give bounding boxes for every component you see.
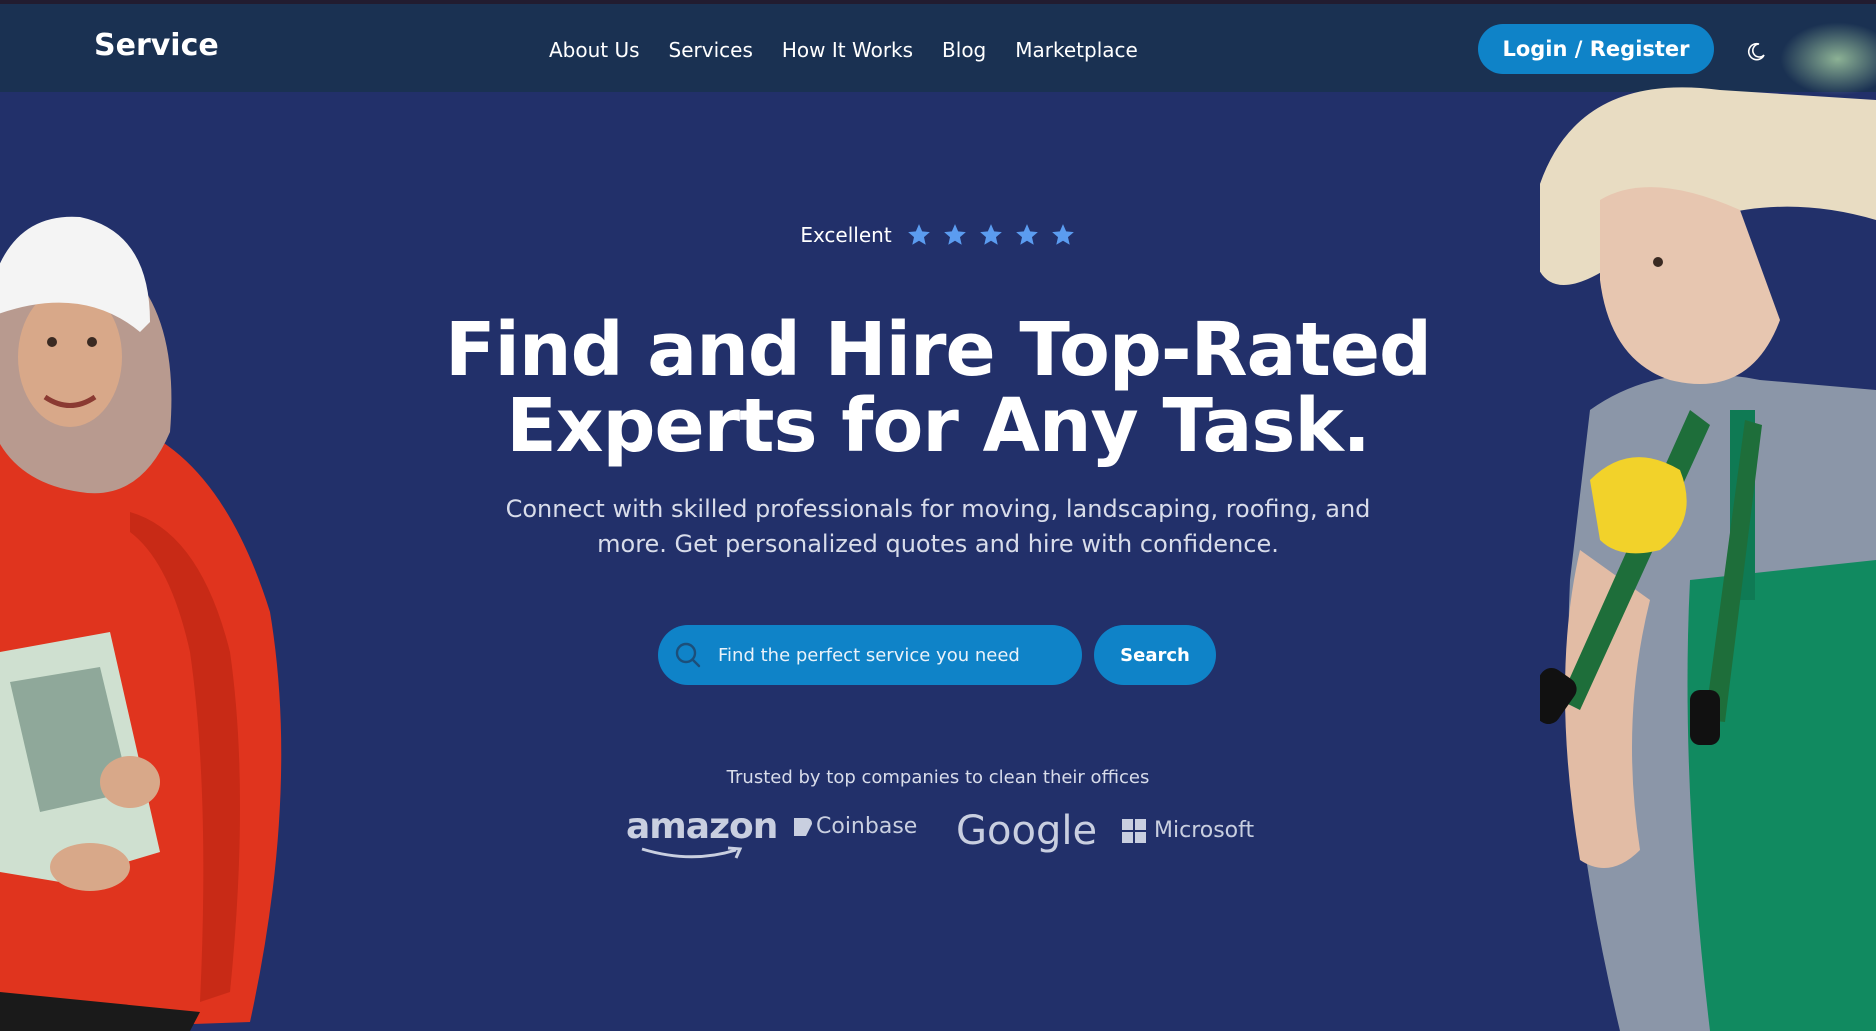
nav-link-blog[interactable]: Blog: [942, 38, 986, 62]
microsoft-grid-icon: [1122, 818, 1146, 843]
navbar: Service About Us Services How It Works B…: [0, 4, 1876, 96]
rating-label: Excellent: [800, 223, 892, 247]
amazon-logo-text: amazon: [626, 806, 778, 847]
search-box: [658, 625, 1082, 685]
moon-icon[interactable]: [1744, 40, 1768, 64]
coinbase-logo: Coinbase: [792, 814, 917, 839]
nav-link-how-it-works[interactable]: How It Works: [782, 38, 913, 62]
login-register-button[interactable]: Login / Register: [1478, 24, 1714, 74]
hero-subtitle: Connect with skilled professionals for m…: [470, 492, 1406, 562]
nav-link-services[interactable]: Services: [669, 38, 753, 62]
search-button[interactable]: Search: [1094, 625, 1216, 685]
coinbase-mark-icon: [794, 817, 812, 836]
star-icon: [1051, 224, 1074, 245]
coinbase-logo-text: Coinbase: [816, 814, 918, 839]
nav-links: About Us Services How It Works Blog Mark…: [549, 38, 1167, 62]
microsoft-logo: Microsoft: [1122, 818, 1254, 843]
hero-subtitle-line-2: more. Get personalized quotes and hire w…: [597, 530, 1279, 558]
amazon-smile-icon: [641, 846, 743, 859]
brand-logo[interactable]: Service: [94, 28, 219, 63]
search-input[interactable]: [716, 643, 1060, 667]
amazon-logo: amazon: [626, 806, 778, 859]
hero-title: Find and Hire Top-Rated Experts for Any …: [380, 312, 1496, 464]
nav-link-about-us[interactable]: About Us: [549, 38, 640, 62]
nav-link-marketplace[interactable]: Marketplace: [1015, 38, 1138, 62]
star-icon: [943, 224, 966, 245]
company-logos: amazon Coinbase Google Microsoft: [620, 806, 1260, 866]
star-icon: [979, 224, 1002, 245]
rating-row: Excellent: [0, 222, 1876, 248]
page: Service About Us Services How It Works B…: [0, 0, 1876, 1031]
star-icon: [1015, 224, 1038, 245]
search-icon: [675, 642, 701, 668]
hero-title-line-1: Find and Hire Top-Rated: [444, 307, 1432, 393]
microsoft-logo-text: Microsoft: [1154, 818, 1255, 843]
star-icon: [907, 224, 930, 245]
google-logo: Google: [956, 808, 1098, 854]
hero-title-line-2: Experts for Any Task.: [506, 383, 1371, 469]
hero-subtitle-line-1: Connect with skilled professionals for m…: [505, 495, 1371, 523]
trusted-text: Trusted by top companies to clean their …: [726, 767, 1150, 788]
